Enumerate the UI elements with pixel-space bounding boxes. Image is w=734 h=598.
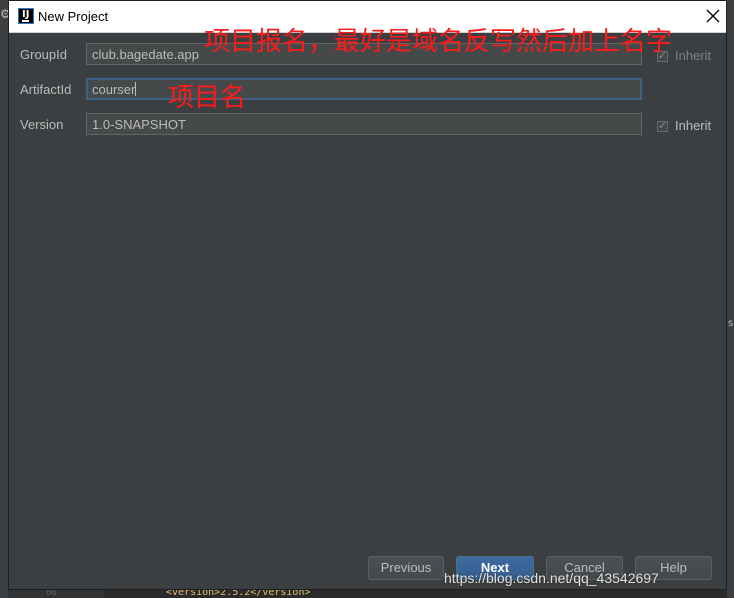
- ide-gutter: 66: [8, 590, 104, 598]
- ide-left-edge: ⚙: [0, 0, 11, 598]
- ide-right-marker: s: [728, 318, 734, 329]
- version-label: Version: [20, 117, 64, 132]
- new-project-dialog: IJ New Project GroupId club.bagedate.app…: [8, 0, 727, 590]
- csdn-watermark: https://blog.csdn.net/qq_43542697: [444, 570, 659, 586]
- ide-editor-peek: 66 <version>2.5.2</version>: [8, 590, 727, 598]
- ide-right-edge: s: [727, 0, 734, 598]
- artifactid-label: ArtifactId: [20, 82, 72, 97]
- version-inherit-checkbox[interactable]: Inherit: [657, 118, 711, 133]
- intellij-app-icon: IJ: [18, 8, 34, 24]
- groupid-inherit-label: Inherit: [675, 48, 712, 63]
- groupid-annotation: 项目报名，最好是域名反写然后加上名字: [204, 27, 673, 57]
- version-field[interactable]: 1.0-SNAPSHOT: [86, 113, 642, 135]
- previous-button[interactable]: Previous: [368, 556, 444, 580]
- ide-line-number: 66: [46, 590, 57, 598]
- artifactid-value: courser: [92, 82, 136, 97]
- version-inherit-label: Inherit: [675, 118, 712, 133]
- close-icon[interactable]: [701, 4, 725, 28]
- ide-code-line: <version>2.5.2</version>: [166, 590, 311, 598]
- checkbox-icon: [657, 119, 668, 132]
- text-caret: [135, 82, 137, 96]
- window-title: New Project: [38, 9, 109, 24]
- artifactid-annotation: 项目名: [168, 83, 247, 113]
- groupid-label: GroupId: [20, 47, 67, 62]
